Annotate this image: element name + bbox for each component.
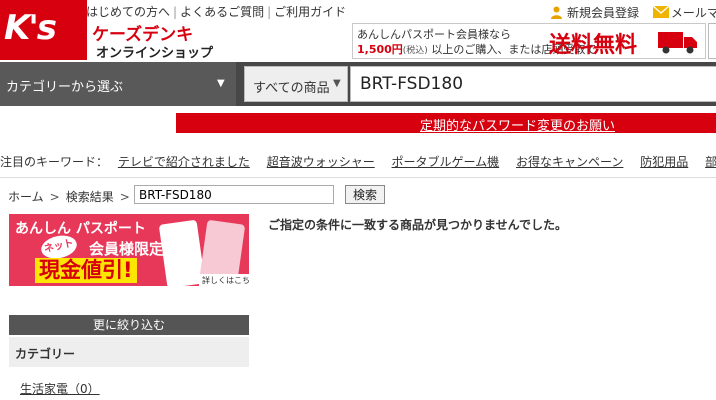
keyword-link[interactable]: ポータブルゲーム機 <box>392 155 500 169</box>
brand-sub: オンラインショップ <box>96 46 214 61</box>
refine-category-label: カテゴリー <box>15 347 76 361</box>
logo[interactable]: K's <box>0 0 87 60</box>
free-shipping-banner[interactable]: あんしんパスポート会員様なら 1,500円(税込) 以上のご購入、または店頭受取… <box>352 23 706 59</box>
banner-tax: (税込) <box>402 46 428 56</box>
separator: | <box>267 5 272 19</box>
link-faq[interactable]: よくあるご質問 <box>180 5 264 19</box>
keyword-link[interactable]: 部屋 <box>705 155 716 169</box>
keyword-link[interactable]: テレビで紹介されました <box>118 155 250 169</box>
no-result-message: ご指定の条件に一致する商品が見つかりませんでした。 <box>268 218 568 232</box>
refine-category-item[interactable]: 生活家電（0） <box>20 380 100 397</box>
category-dropdown[interactable]: カテゴリーから選ぶ ▼ <box>0 62 236 106</box>
keyword-label: 注目のキーワード： <box>0 155 109 169</box>
chevron-down-icon: ▼ <box>333 78 341 89</box>
breadcrumb-home[interactable]: ホーム <box>8 190 44 204</box>
person-icon <box>551 6 562 19</box>
breadcrumb-separator: > <box>119 190 130 204</box>
category-dropdown-label: カテゴリーから選ぶ <box>6 80 124 95</box>
banner-line1: あんしんパスポート会員様なら <box>357 28 511 41</box>
banner-headline: 送料無料 <box>549 33 638 58</box>
passport-promo-banner[interactable]: あんしん パスポート ネットでも 会員様限定 現金値引! 詳しくはこちら>> <box>9 214 249 286</box>
breadcrumb: ホーム > 検索結果 > <box>8 188 136 205</box>
side-tab[interactable] <box>708 23 716 59</box>
mail-link[interactable]: メールマ <box>671 6 716 20</box>
divider <box>0 177 716 178</box>
brand-block[interactable]: ケーズデンキ オンラインショップ <box>92 20 222 61</box>
keyword-bar: 注目のキーワード： テレビで紹介されました 超音波ウォッシャー ポータブルゲーム… <box>0 153 716 170</box>
promo-discount: 現金値引! <box>35 258 137 283</box>
account-links: 新規会員登録 メールマ <box>550 4 716 21</box>
banner-amount: 1,500円 <box>357 43 403 56</box>
search-input[interactable] <box>350 66 716 102</box>
register-link[interactable]: 新規会員登録 <box>567 6 639 20</box>
search-scope-label: すべての商品 <box>253 81 330 96</box>
keyword-link[interactable]: 超音波ウォッシャー <box>267 155 375 169</box>
keyword-link[interactable]: お得なキャンペーン <box>516 155 623 169</box>
promo-members: 会員様限定 <box>89 240 165 258</box>
chevron-down-icon: ▼ <box>217 78 225 89</box>
breadcrumb-results[interactable]: 検索結果 <box>66 190 114 204</box>
refine-category-header: カテゴリー <box>9 337 249 367</box>
separator: | <box>173 5 178 19</box>
promo-title: あんしん パスポート <box>15 221 146 237</box>
logo-mark: K's <box>4 8 57 48</box>
breadcrumb-search-button[interactable]: 検索 <box>345 185 385 204</box>
breadcrumb-search-input[interactable] <box>134 185 334 204</box>
link-guide[interactable]: ご利用ガイド <box>274 5 346 19</box>
promo-more-link[interactable]: 詳しくはこちら>> <box>199 274 249 286</box>
search-scope-select[interactable]: すべての商品 ▼ <box>244 66 348 102</box>
refine-heading: 更に絞り込む <box>9 315 249 335</box>
password-notice-link[interactable]: 定期的なパスワード変更のお願い <box>420 115 615 134</box>
breadcrumb-separator: > <box>49 190 60 204</box>
mail-icon <box>652 6 669 18</box>
top-links: はじめての方へ | よくあるご質問 | ご利用ガイド <box>86 3 346 20</box>
keyword-link[interactable]: 防犯用品 <box>640 155 688 169</box>
truck-icon <box>658 32 697 54</box>
link-first-time[interactable]: はじめての方へ <box>86 5 170 19</box>
